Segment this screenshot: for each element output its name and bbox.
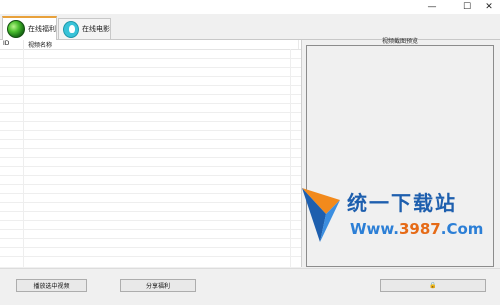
grid-line	[0, 166, 301, 167]
grid-line	[0, 130, 301, 131]
grid-line	[0, 85, 301, 86]
tab-online-movies[interactable]: 在线电影	[58, 18, 111, 39]
column-header-empty	[298, 40, 299, 49]
column-header-id[interactable]: ID	[0, 40, 23, 49]
grid-line	[0, 211, 301, 212]
grid-line	[0, 202, 301, 203]
grid-line	[0, 139, 301, 140]
preview-title: 视频截图预览	[381, 38, 418, 45]
tab-label: 在线电影	[82, 25, 110, 33]
grid-line	[0, 157, 301, 158]
column-header-video-name[interactable]: 视频名称	[23, 40, 298, 49]
video-list[interactable]: ID 视频名称	[0, 40, 302, 267]
grid-line	[0, 121, 301, 122]
tab-label: 在线福利	[28, 25, 56, 33]
grid-line	[0, 67, 301, 68]
play-selected-video-button[interactable]: 播放选中视频	[16, 279, 87, 292]
grid-line	[0, 112, 301, 113]
grid-line	[0, 238, 301, 239]
grid-line	[0, 103, 301, 104]
grid-line	[0, 184, 301, 185]
film-icon	[63, 20, 79, 38]
globe-icon	[7, 20, 25, 38]
grid-line	[0, 148, 301, 149]
share-welfare-button[interactable]: 分享福利	[120, 279, 196, 292]
minimize-button[interactable]: —	[418, 0, 446, 14]
grid-line	[0, 58, 301, 59]
watermark-brand: 统一下载站	[347, 191, 457, 215]
grid-line	[0, 220, 301, 221]
grid-line	[0, 76, 301, 77]
logo-mark-icon	[302, 188, 340, 242]
lock-button[interactable]: 🔒	[380, 279, 486, 292]
grid-line	[0, 256, 301, 257]
list-header: ID 视频名称	[0, 40, 301, 50]
title-bar: — ☐ ✕	[0, 0, 500, 14]
grid-line	[23, 49, 24, 267]
close-button[interactable]: ✕	[475, 0, 500, 14]
watermark-logo: 统一下载站 Www.3987.Com	[300, 184, 500, 246]
grid-line	[0, 229, 301, 230]
grid-line	[0, 247, 301, 248]
tab-online-welfare[interactable]: 在线福利	[2, 16, 57, 40]
grid-line	[0, 94, 301, 95]
grid-line	[290, 49, 291, 267]
watermark-url: Www.3987.Com	[350, 220, 484, 238]
grid-line	[0, 193, 301, 194]
grid-line	[0, 175, 301, 176]
